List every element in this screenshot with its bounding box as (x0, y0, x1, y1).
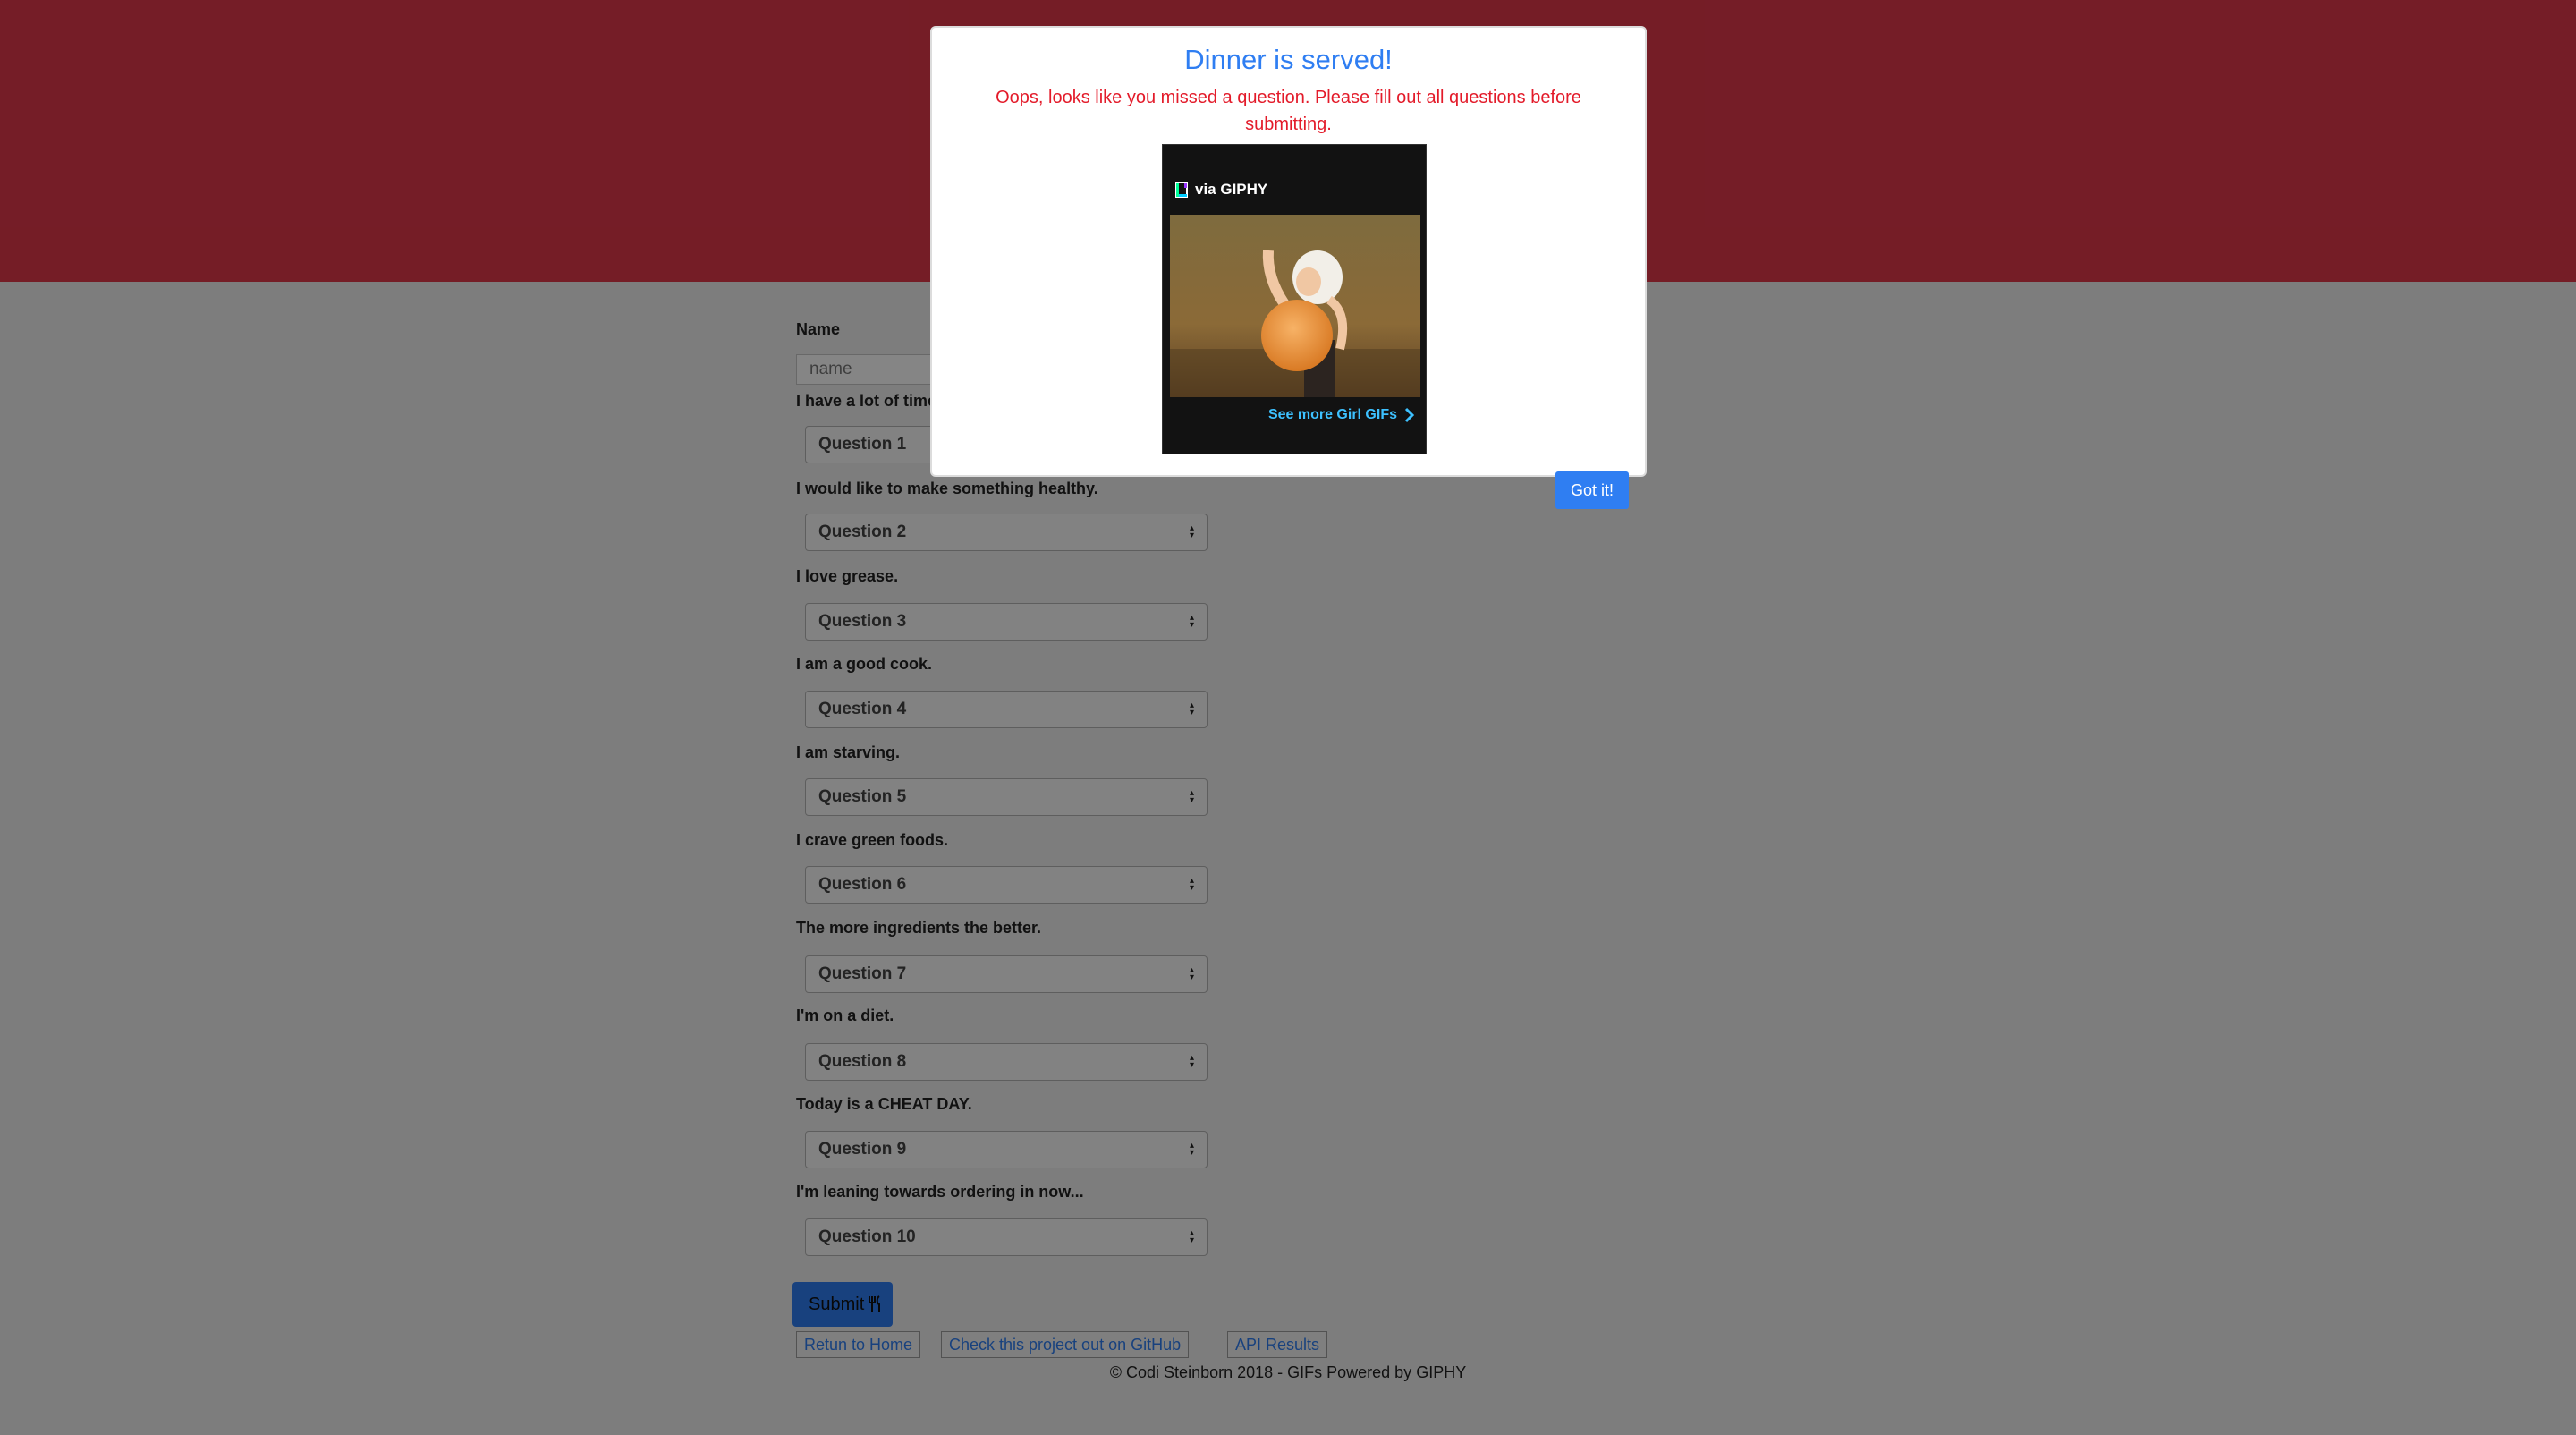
got-it-button[interactable]: Got it! (1555, 471, 1629, 509)
see-more-label: See more Girl GIFs (1267, 407, 1397, 422)
chevron-right-icon (1404, 407, 1415, 423)
giphy-via-label: via GIPHY (1195, 181, 1268, 198)
giphy-logo-icon (1175, 182, 1188, 198)
alert-modal: Dinner is served! Oops, looks like you m… (932, 28, 1645, 475)
giphy-embed[interactable]: via GIPHY See more Girl GIFs (1162, 144, 1427, 454)
modal-title: Dinner is served! (1184, 44, 1393, 75)
modal-message: Oops, looks like you missed a question. … (996, 88, 1581, 134)
see-more-gifs-link[interactable]: See more Girl GIFs (1268, 407, 1415, 423)
app-root: Name name I have a lot of time to cook. … (0, 0, 2576, 1435)
giphy-via[interactable]: via GIPHY (1175, 181, 1267, 199)
gif-image (1170, 215, 1420, 397)
